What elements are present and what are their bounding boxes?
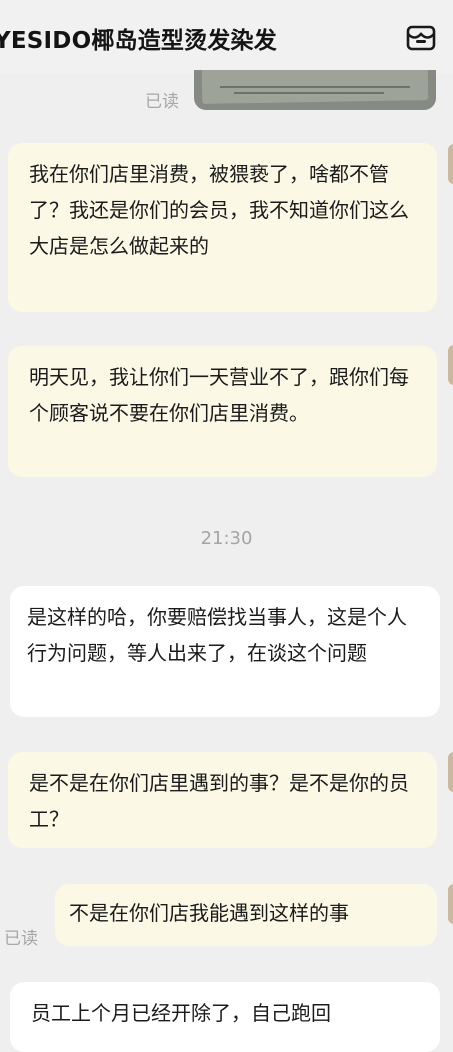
avatar[interactable] [448, 884, 453, 924]
timestamp: 21:30 [200, 528, 253, 549]
image-text-line [234, 92, 384, 94]
message-text: 明天见，我让你们一天营业不了，跟你们每个顾客说不要在你们店里消费。 [29, 365, 409, 425]
read-status: 已读 [145, 92, 179, 112]
image-message[interactable] [194, 70, 436, 110]
message-text: 我在你们店里消费，被猥亵了，啥都不管了？我还是你们的会员，我不知道你们这么大店是… [29, 162, 409, 258]
message-text: 员工上个月已经开除了，自己跑回 [31, 1001, 331, 1025]
message-text: 不是在你们店我能遇到这样的事 [69, 901, 349, 925]
avatar[interactable] [448, 144, 453, 184]
message-text: 是不是在你们店里遇到的事？是不是你的员工？ [29, 771, 409, 831]
message-bubble[interactable]: 是这样的哈，你要赔偿找当事人，这是个人行为问题，等人出来了，在谈这个问题 [10, 586, 440, 717]
chat-header: YESIDO椰岛造型烫发染发 [0, 0, 453, 74]
message-bubble[interactable]: 是不是在你们店里遇到的事？是不是你的员工？ [8, 752, 437, 848]
chat-title: YESIDO椰岛造型烫发染发 [0, 28, 277, 54]
image-text-line [220, 86, 410, 88]
message-text: 是这样的哈，你要赔偿找当事人，这是个人行为问题，等人出来了，在谈这个问题 [27, 605, 407, 665]
message-bubble[interactable]: 员工上个月已经开除了，自己跑回 [10, 982, 440, 1052]
store-icon[interactable] [404, 20, 438, 54]
avatar[interactable] [448, 345, 453, 385]
avatar[interactable] [448, 752, 453, 792]
read-status: 已读 [4, 929, 38, 949]
message-bubble[interactable]: 明天见，我让你们一天营业不了，跟你们每个顾客说不要在你们店里消费。 [8, 346, 437, 477]
message-bubble[interactable]: 我在你们店里消费，被猥亵了，啥都不管了？我还是你们的会员，我不知道你们这么大店是… [8, 143, 437, 312]
message-bubble[interactable]: 不是在你们店我能遇到这样的事 [55, 884, 437, 946]
